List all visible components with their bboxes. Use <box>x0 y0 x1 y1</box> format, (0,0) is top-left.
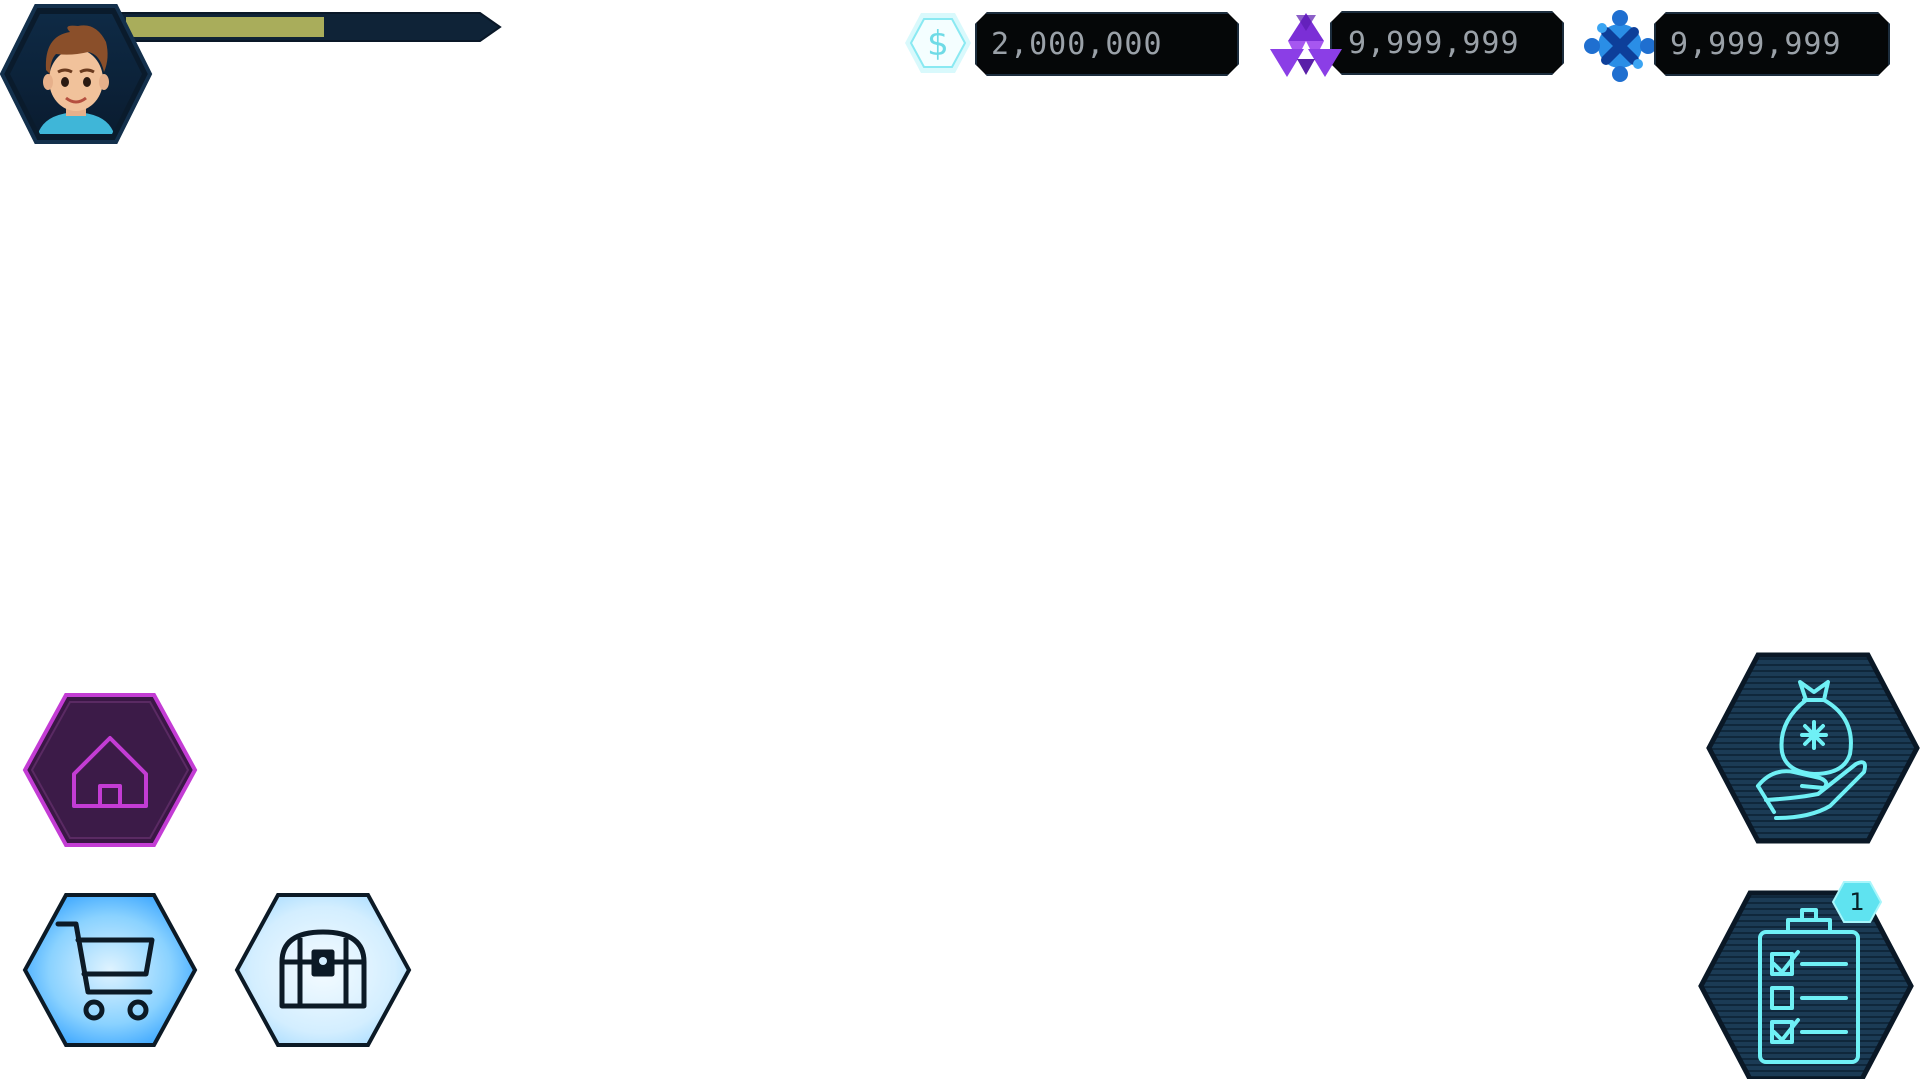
inventory-button[interactable] <box>234 892 412 1048</box>
blue-token-amount-text: 9,999,999 <box>1670 26 1842 62</box>
svg-text:$: $ <box>927 24 949 64</box>
player-avatar[interactable] <box>0 2 153 148</box>
quests-badge-count: 1 <box>1849 888 1865 916</box>
xp-bar-fill <box>126 17 324 37</box>
quests-notification-badge: 1 <box>1831 880 1883 924</box>
blue-cross-token-icon <box>1584 10 1656 82</box>
cash-amount: 2,000,000 <box>975 12 1239 76</box>
purple-gem-amount: 9,999,999 <box>1330 11 1564 75</box>
shop-button[interactable] <box>22 892 198 1048</box>
blue-token-amount: 9,999,999 <box>1654 12 1890 76</box>
purple-gem-amount-text: 9,999,999 <box>1348 25 1520 61</box>
xp-bar <box>117 11 503 43</box>
rewards-button[interactable] <box>1706 652 1920 844</box>
home-button[interactable] <box>22 692 198 848</box>
cash-amount-text: 2,000,000 <box>991 26 1163 62</box>
cash-icon: $ <box>903 11 973 75</box>
purple-triangle-gem-icon <box>1266 11 1346 79</box>
